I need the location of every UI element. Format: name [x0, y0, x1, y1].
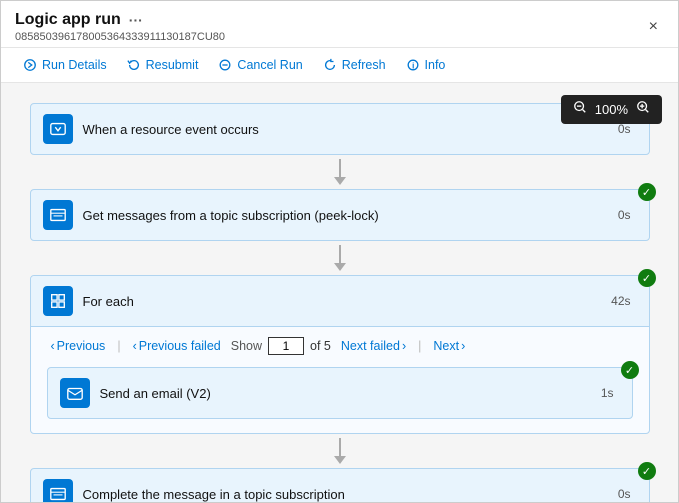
cancel-run-label: Cancel Run [237, 58, 302, 72]
foreach-icon [43, 286, 73, 316]
separator-2: | [418, 339, 421, 353]
zoom-controls: 100% [561, 95, 662, 124]
previous-button[interactable]: ‹ Previous [47, 337, 110, 355]
of-label: of 5 [310, 339, 331, 353]
node-get-messages[interactable]: Get messages from a topic subscription (… [30, 189, 650, 241]
title-ellipsis-btn[interactable]: ··· [129, 12, 143, 28]
node-get-messages-time: 0s [618, 208, 631, 222]
node-get-messages-label: Get messages from a topic subscription (… [83, 208, 618, 223]
foreach-container: For each 42s ‹ Previous | ‹ Pre [30, 275, 650, 434]
toolbar: Run Details Resubmit Cancel Run Refresh … [1, 48, 678, 83]
resubmit-button[interactable]: Resubmit [119, 54, 207, 76]
content-area: 100% When a resource event occurs 0s [1, 83, 678, 502]
separator-1: | [117, 339, 120, 353]
pagination-bar: ‹ Previous | ‹ Previous failed Show of 5… [47, 337, 633, 355]
next-chevron-icon: › [461, 339, 465, 353]
arrow-3 [334, 438, 346, 464]
complete-message-badge [638, 462, 656, 480]
close-button[interactable]: × [643, 16, 664, 38]
node-trigger-label: When a resource event occurs [83, 122, 618, 137]
prev-failed-chevron-icon: ‹ [133, 339, 137, 353]
node-send-email-label: Send an email (V2) [100, 386, 601, 401]
next-failed-label: Next failed [341, 339, 400, 353]
zoom-in-button[interactable] [634, 100, 652, 119]
zoom-out-button[interactable] [571, 100, 589, 119]
previous-failed-label: Previous failed [139, 339, 221, 353]
foreach-badge [638, 269, 656, 287]
foreach-label: For each [83, 294, 612, 309]
title-bar: Logic app run ··· 0858503961780053643339… [1, 1, 678, 48]
foreach-header[interactable]: For each 42s [31, 276, 649, 327]
info-icon: i [406, 58, 420, 72]
trigger-icon [43, 114, 73, 144]
cancel-run-icon [218, 58, 232, 72]
previous-chevron-icon: ‹ [51, 339, 55, 353]
node-get-messages-badge [638, 183, 656, 201]
foreach-time: 42s [611, 294, 630, 308]
next-label: Next [433, 339, 459, 353]
node-send-email[interactable]: Send an email (V2) 1s [47, 367, 633, 419]
svg-text:i: i [412, 62, 414, 71]
resubmit-label: Resubmit [146, 58, 199, 72]
cancel-run-button[interactable]: Cancel Run [210, 54, 310, 76]
window-subtitle: 085850396178005364333911130187CU80 [15, 31, 225, 43]
node-trigger[interactable]: When a resource event occurs 0s [30, 103, 650, 155]
run-details-label: Run Details [42, 58, 107, 72]
show-label: Show [231, 339, 262, 353]
refresh-label: Refresh [342, 58, 386, 72]
refresh-icon [323, 58, 337, 72]
logic-app-run-window: Logic app run ··· 0858503961780053643339… [0, 0, 679, 503]
get-messages-icon [43, 200, 73, 230]
refresh-button[interactable]: Refresh [315, 54, 394, 76]
foreach-body: ‹ Previous | ‹ Previous failed Show of 5… [31, 327, 649, 433]
send-email-icon [60, 378, 90, 408]
run-details-icon [23, 58, 37, 72]
flow-wrapper: When a resource event occurs 0s Get mess… [30, 103, 650, 502]
run-details-button[interactable]: Run Details [15, 54, 115, 76]
next-failed-chevron-icon: › [402, 339, 406, 353]
previous-label: Previous [57, 339, 106, 353]
info-button[interactable]: i Info [398, 54, 454, 76]
node-trigger-time: 0s [618, 122, 631, 136]
node-complete-message-time: 0s [618, 487, 631, 501]
node-complete-message[interactable]: Complete the message in a topic subscrip… [30, 468, 650, 502]
complete-message-icon [43, 479, 73, 502]
next-failed-button[interactable]: Next failed › [337, 337, 410, 355]
window-title-row: Logic app run ··· [15, 11, 225, 29]
zoom-level: 100% [595, 102, 628, 117]
next-button[interactable]: Next › [429, 337, 469, 355]
previous-failed-button[interactable]: ‹ Previous failed [129, 337, 225, 355]
show-input[interactable] [268, 337, 304, 355]
info-label: Info [425, 58, 446, 72]
arrow-2 [334, 245, 346, 271]
arrow-1 [334, 159, 346, 185]
send-email-badge [621, 361, 639, 379]
window-title: Logic app run [15, 11, 121, 29]
title-left: Logic app run ··· 0858503961780053643339… [15, 11, 225, 43]
resubmit-icon [127, 58, 141, 72]
node-send-email-time: 1s [601, 386, 614, 400]
node-complete-message-label: Complete the message in a topic subscrip… [83, 487, 618, 502]
